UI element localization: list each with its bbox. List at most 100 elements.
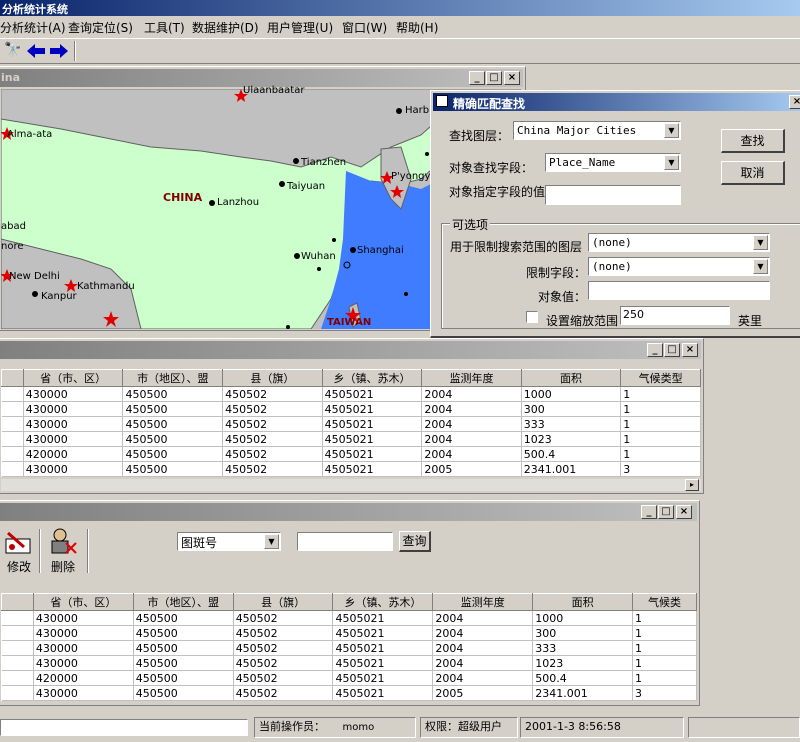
menu-users[interactable]: 用户管理(U) xyxy=(267,19,333,36)
layer-label: 查找图层： xyxy=(449,129,510,143)
minimize-button[interactable]: _ xyxy=(641,505,657,519)
cancel-button[interactable]: 取消 xyxy=(721,161,785,185)
column-header[interactable]: 市（地区）、盟 xyxy=(122,369,224,387)
column-header[interactable]: 省（市、区） xyxy=(22,369,124,387)
zoom-checkbox[interactable] xyxy=(526,311,538,323)
close-button[interactable]: × xyxy=(504,71,520,85)
dialog-titlebar: 精确匹配查找 × xyxy=(433,93,800,111)
column-header[interactable]: 县（旗） xyxy=(232,593,334,611)
menu-data[interactable]: 数据维护(D) xyxy=(192,19,259,36)
menu-window[interactable]: 窗口(W) xyxy=(342,19,387,36)
back-arrow-icon[interactable] xyxy=(27,44,45,58)
delete-user-icon xyxy=(51,528,77,554)
column-header[interactable]: 气候类型 xyxy=(620,369,701,387)
table-row[interactable]: 430000 450500 450502 4505021 2005 2341.001 3 xyxy=(1,685,697,701)
permission-pane: 权限：超级用户 xyxy=(420,717,518,738)
exact-match-dialog: 精确匹配查找 × 查找图层： China Major Cities ▼ 对象查找… xyxy=(430,90,800,338)
city-dot xyxy=(404,292,408,296)
edit-icon xyxy=(5,531,31,554)
lanzhou-dot xyxy=(209,200,215,206)
harbin-dot xyxy=(396,108,402,114)
limit-layer-select[interactable]: (none) ▼ xyxy=(588,233,770,252)
layer-select[interactable]: China Major Cities ▼ xyxy=(513,121,681,140)
field-select[interactable]: Place_Name ▼ xyxy=(545,153,681,172)
binoculars-icon[interactable]: 🔭 xyxy=(4,42,21,58)
scroll-right-button[interactable]: ▸ xyxy=(685,479,699,491)
table-row[interactable]: 430000 450500 450502 4505021 2004 1000 1 xyxy=(1,610,697,626)
minimize-button[interactable]: _ xyxy=(469,71,485,85)
table-row[interactable]: 420000 450500 450502 4505021 2004 500.4 1 xyxy=(1,446,701,462)
map-label-shanghai: Shanghai xyxy=(357,245,404,256)
menu-tools[interactable]: 工具(T) xyxy=(144,19,185,36)
status-bar: 当前操作员： momo 权限：超级用户 2001-1-3 8:56:58 xyxy=(0,714,800,742)
close-button[interactable]: × xyxy=(789,95,800,109)
table-row[interactable]: 430000 450500 450502 4505021 2004 300 1 xyxy=(1,401,701,417)
table-row[interactable]: 430000 450500 450502 4505021 2004 1000 1 xyxy=(1,386,701,402)
query-button[interactable]: 查询 xyxy=(399,531,431,552)
column-header[interactable]: 监测年度 xyxy=(432,593,534,611)
zoom-label: 设置缩放范围 xyxy=(546,314,619,328)
city-dot xyxy=(286,325,290,329)
column-header[interactable]: 气候类 xyxy=(632,593,697,611)
dialog-app-icon xyxy=(436,95,448,107)
menu-query[interactable]: 查询定位(S) xyxy=(68,19,133,36)
maximize-button[interactable]: □ xyxy=(664,343,680,357)
city-dot xyxy=(425,152,429,156)
object-value-label: 对象值： xyxy=(538,290,587,304)
chevron-down-icon[interactable]: ▼ xyxy=(753,235,768,250)
attribute-grid[interactable]: 省（市、区） 市（地区）、盟 县（旗） 乡（镇、苏木） 监测年度 面积 气候类型… xyxy=(1,369,701,477)
maximize-button[interactable]: □ xyxy=(658,505,674,519)
delete-label: 删除 xyxy=(50,560,75,574)
horizontal-scrollbar[interactable]: ▸ xyxy=(1,479,701,491)
modify-button[interactable]: 修改 xyxy=(1,529,37,577)
maximize-button[interactable]: □ xyxy=(486,71,502,85)
chevron-down-icon[interactable]: ▼ xyxy=(664,155,679,170)
column-header[interactable]: 乡（镇、苏木） xyxy=(321,369,423,387)
map-window-title: ina xyxy=(1,71,21,84)
map-label-lanzhou: Lanzhou xyxy=(217,197,260,208)
column-header[interactable]: 面积 xyxy=(520,369,622,387)
chevron-down-icon[interactable]: ▼ xyxy=(664,123,679,138)
table-row[interactable]: 420000 450500 450502 4505021 2004 500.4 1 xyxy=(1,670,697,686)
table-row[interactable]: 430000 450500 450502 4505021 2004 300 1 xyxy=(1,625,697,641)
map-label-ulaanbaatar: Ulaanbaatar xyxy=(243,85,305,96)
menu-help[interactable]: 帮助(H) xyxy=(396,19,438,36)
minimize-button[interactable]: _ xyxy=(647,343,663,357)
map-label-new-delhi: New Delhi xyxy=(9,271,60,282)
table-row[interactable]: 430000 450500 450502 4505021 2004 1023 1 xyxy=(1,655,697,671)
find-button[interactable]: 查找 xyxy=(721,129,785,153)
query-results-grid[interactable]: 省（市、区） 市（地区）、盟 县（旗） 乡（镇、苏木） 监测年度 面积 气候类 … xyxy=(1,593,697,701)
table-row[interactable]: 430000 450500 450502 4505021 2005 2341.001 3 xyxy=(1,461,701,477)
table-row[interactable]: 430000 450500 450502 4505021 2004 333 1 xyxy=(1,640,697,656)
delete-button[interactable]: 删除 xyxy=(45,527,81,577)
operator-value: momo xyxy=(342,722,375,733)
zoom-range-input[interactable]: 250 xyxy=(620,306,730,325)
chevron-down-icon[interactable]: ▼ xyxy=(264,534,279,549)
map-label-abad: abad xyxy=(1,221,26,232)
forward-arrow-icon[interactable] xyxy=(50,44,68,58)
column-header[interactable]: 乡（镇、苏木） xyxy=(332,593,434,611)
table-row[interactable]: 430000 450500 450502 4505021 2004 333 1 xyxy=(1,416,701,432)
column-header[interactable]: 监测年度 xyxy=(421,369,522,387)
column-header[interactable]: 面积 xyxy=(532,593,634,611)
attribute-table: 省（市、区） 市（地区）、盟 县（旗） 乡（镇、苏木） 监测年度 面积 气候类型… xyxy=(1,369,701,477)
row-header-corner xyxy=(1,369,24,387)
map-label-alma-ata: Alma-ata xyxy=(7,129,53,140)
close-button[interactable]: × xyxy=(682,343,698,357)
column-header[interactable]: 市（地区）、盟 xyxy=(132,593,234,611)
menu-analysis[interactable]: 分析统计(A) xyxy=(0,19,66,36)
table-row[interactable]: 430000 450500 450502 4505021 2004 1023 1 xyxy=(1,431,701,447)
app-title: 分析统计系统 xyxy=(2,3,68,16)
column-header[interactable]: 县（旗） xyxy=(222,369,323,387)
value-input[interactable] xyxy=(545,185,681,205)
wuhan-dot xyxy=(294,253,300,259)
query-field-select[interactable]: 图斑号 ▼ xyxy=(177,532,281,551)
query-input[interactable] xyxy=(297,532,393,551)
city-dot xyxy=(317,267,321,271)
chevron-down-icon[interactable]: ▼ xyxy=(753,259,768,274)
query-window: _ □ × 修改 删除 图斑号 ▼ 查询 省（市、区） 市（地区）、盟 县（旗）… xyxy=(0,500,700,706)
object-value-input[interactable] xyxy=(588,281,770,300)
close-button[interactable]: × xyxy=(676,505,692,519)
limit-field-select[interactable]: (none) ▼ xyxy=(588,257,770,276)
column-header[interactable]: 省（市、区） xyxy=(32,593,134,611)
